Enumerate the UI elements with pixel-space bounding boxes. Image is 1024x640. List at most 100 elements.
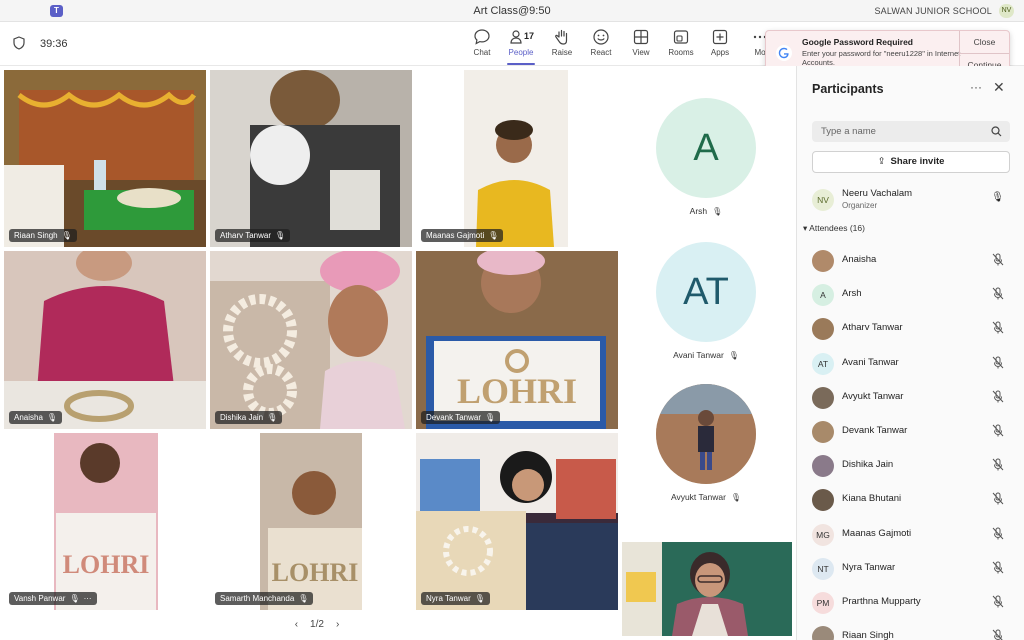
share-icon: ⇪ <box>877 156 886 167</box>
list-item[interactable]: A Arsh <box>812 281 1010 309</box>
participant-name: Avani Tanwar <box>842 356 899 368</box>
avatar-tile[interactable]: A Arsh 🎙︎ <box>652 98 760 216</box>
list-item[interactable]: Atharv Tanwar <box>812 315 1010 343</box>
participant-name-label: Riaan Singh 🎙︎ <box>9 229 77 242</box>
participants-panel: Participants ··· ✕ ⇪Share invite NV Neer… <box>796 66 1024 640</box>
search-icon <box>991 126 1002 137</box>
rooms-button[interactable]: Rooms <box>663 28 699 62</box>
notification-title: Google Password Required <box>802 37 913 47</box>
video-feed: LOHRI <box>4 433 206 610</box>
participant-name: Avyukt Tanwar <box>842 390 904 402</box>
mic-off-icon <box>992 321 1004 334</box>
video-tile[interactable]: Riaan Singh 🎙︎ <box>4 70 206 247</box>
mic-off-icon: 🎙︎ <box>488 231 499 240</box>
notification-close-button[interactable]: Close <box>960 31 1009 53</box>
avatar-tile[interactable]: AT Avani Tanwar 🎙︎ <box>652 242 760 360</box>
panel-title: Participants <box>812 82 884 96</box>
video-feed: LOHRI <box>416 251 618 429</box>
lohri-artwork-text: LOHRI <box>457 371 577 411</box>
react-button[interactable]: React <box>583 28 619 62</box>
avatar: AT <box>812 352 834 375</box>
next-page-icon[interactable]: › <box>336 619 339 630</box>
pager: ‹ 1/2 › <box>282 619 352 630</box>
mic-off-icon <box>992 629 1003 640</box>
list-item[interactable]: Devank Tanwar <box>812 418 1010 446</box>
apps-button[interactable]: Apps <box>702 28 738 62</box>
video-tile[interactable]: Dishika Jain 🎙︎ <box>210 251 412 429</box>
list-item[interactable]: Avyukt Tanwar <box>812 384 1010 412</box>
grid-icon <box>633 29 649 45</box>
mic-icon: 🎙︎ <box>991 192 1004 203</box>
mic-off-icon: 🎙︎ <box>485 413 496 422</box>
raise-hand-button[interactable]: Raise <box>544 28 580 62</box>
avatar <box>812 626 834 640</box>
participant-name: Anaisha <box>842 254 877 265</box>
video-tile[interactable]: Atharv Tanwar 🎙︎ <box>210 70 412 247</box>
search-input[interactable] <box>812 121 1010 142</box>
avatar <box>812 318 834 341</box>
mic-off-icon: 🎙︎ <box>61 231 72 240</box>
chat-button[interactable]: Chat <box>464 28 500 62</box>
video-tile[interactable]: LOHRI Samarth Manchanda 🎙︎ <box>210 433 412 610</box>
more-icon: ··· <box>83 594 92 603</box>
previous-page-icon[interactable]: ‹ <box>295 619 298 630</box>
participant-name: Avyukt Tanwar 🎙︎ <box>670 492 742 502</box>
video-tile[interactable]: Nyra Tanwar 🎙︎ <box>416 433 618 610</box>
participant-name: Avani Tanwar 🎙︎ <box>673 350 739 360</box>
participant-name-label: Samarth Manchanda 🎙︎ <box>215 592 314 605</box>
organizer-row[interactable]: NV Neeru Vachalam Organizer 🎙︎ <box>812 186 1010 214</box>
list-item[interactable]: Anaisha <box>812 247 1010 275</box>
video-tile[interactable]: Maanas Gajmoti 🎙︎ <box>416 70 618 247</box>
attendees-header[interactable]: ▾ Attendees (16) <box>803 223 865 234</box>
meeting-timer: 39:36 <box>40 38 68 50</box>
avatar: PM <box>812 592 834 614</box>
share-invite-button[interactable]: ⇪ Share invite <box>812 151 1010 173</box>
participant-name-label: Vansh Panwar 🎙︎ ··· <box>9 592 97 605</box>
mic-off-icon: 🎙︎ <box>69 594 80 603</box>
participant-name: Prarthna Mupparty <box>842 596 921 607</box>
video-tile[interactable]: Anaisha 🎙︎ <box>4 251 206 429</box>
panel-more-icon[interactable]: ··· <box>970 80 982 94</box>
avatar: MG <box>812 523 834 546</box>
video-feed <box>622 542 792 636</box>
video-feed: LOHRI <box>210 433 412 610</box>
mic-off-icon <box>992 492 1004 505</box>
video-feed <box>416 70 618 247</box>
close-icon[interactable]: ✕ <box>993 79 1005 96</box>
mic-off-icon: 🎙︎ <box>275 231 286 240</box>
video-tile[interactable]: LOHRI Devank Tanwar 🎙︎ <box>416 251 618 429</box>
avatar: NV <box>812 189 834 211</box>
user-avatar[interactable]: NV <box>999 4 1014 18</box>
list-item[interactable]: AT Avani Tanwar <box>812 350 1010 378</box>
participant-name-label: Nyra Tanwar 🎙︎ <box>421 592 490 605</box>
notification-body: Enter your password for "neeru1228" in I… <box>802 49 961 67</box>
participant-name: Riaan Singh <box>842 630 894 640</box>
self-view-tile[interactable] <box>622 542 792 636</box>
avatar-tile[interactable]: Avyukt Tanwar 🎙︎ <box>652 384 760 502</box>
list-item[interactable]: Dishika Jain <box>812 452 1010 480</box>
google-icon <box>776 45 792 61</box>
avatar <box>812 455 834 478</box>
participant-name: Kiana Bhutani <box>842 493 902 505</box>
video-tile[interactable]: LOHRI Vansh Panwar 🎙︎ ··· <box>4 433 206 610</box>
mic-off-icon <box>992 561 1004 574</box>
participant-name: Dishika Jain <box>842 459 894 471</box>
participant-name: Nyra Tanwar <box>842 561 896 573</box>
participant-initials: AT <box>656 242 756 342</box>
org-name: SALWAN JUNIOR SCHOOL <box>874 6 992 16</box>
participant-initials: A <box>656 98 756 198</box>
list-item[interactable]: Kiana Bhutani <box>812 486 1010 514</box>
list-item[interactable]: PM Prarthna Mupparty <box>812 589 1010 617</box>
mic-off-icon: 🎙︎ <box>267 413 278 422</box>
people-button[interactable]: 17 People <box>503 28 539 65</box>
apps-icon <box>712 29 728 45</box>
list-item[interactable]: NT Nyra Tanwar <box>812 555 1010 583</box>
mic-off-icon <box>992 287 1004 300</box>
avatar: NT <box>812 557 834 580</box>
mic-off-icon: 🎙︎ <box>728 351 739 360</box>
video-feed <box>4 251 206 429</box>
participant-name-label: Devank Tanwar 🎙︎ <box>421 411 501 424</box>
list-item[interactable]: Riaan Singh <box>812 623 1010 640</box>
list-item[interactable]: MG Maanas Gajmoti <box>812 521 1010 549</box>
view-button[interactable]: View <box>623 28 659 62</box>
